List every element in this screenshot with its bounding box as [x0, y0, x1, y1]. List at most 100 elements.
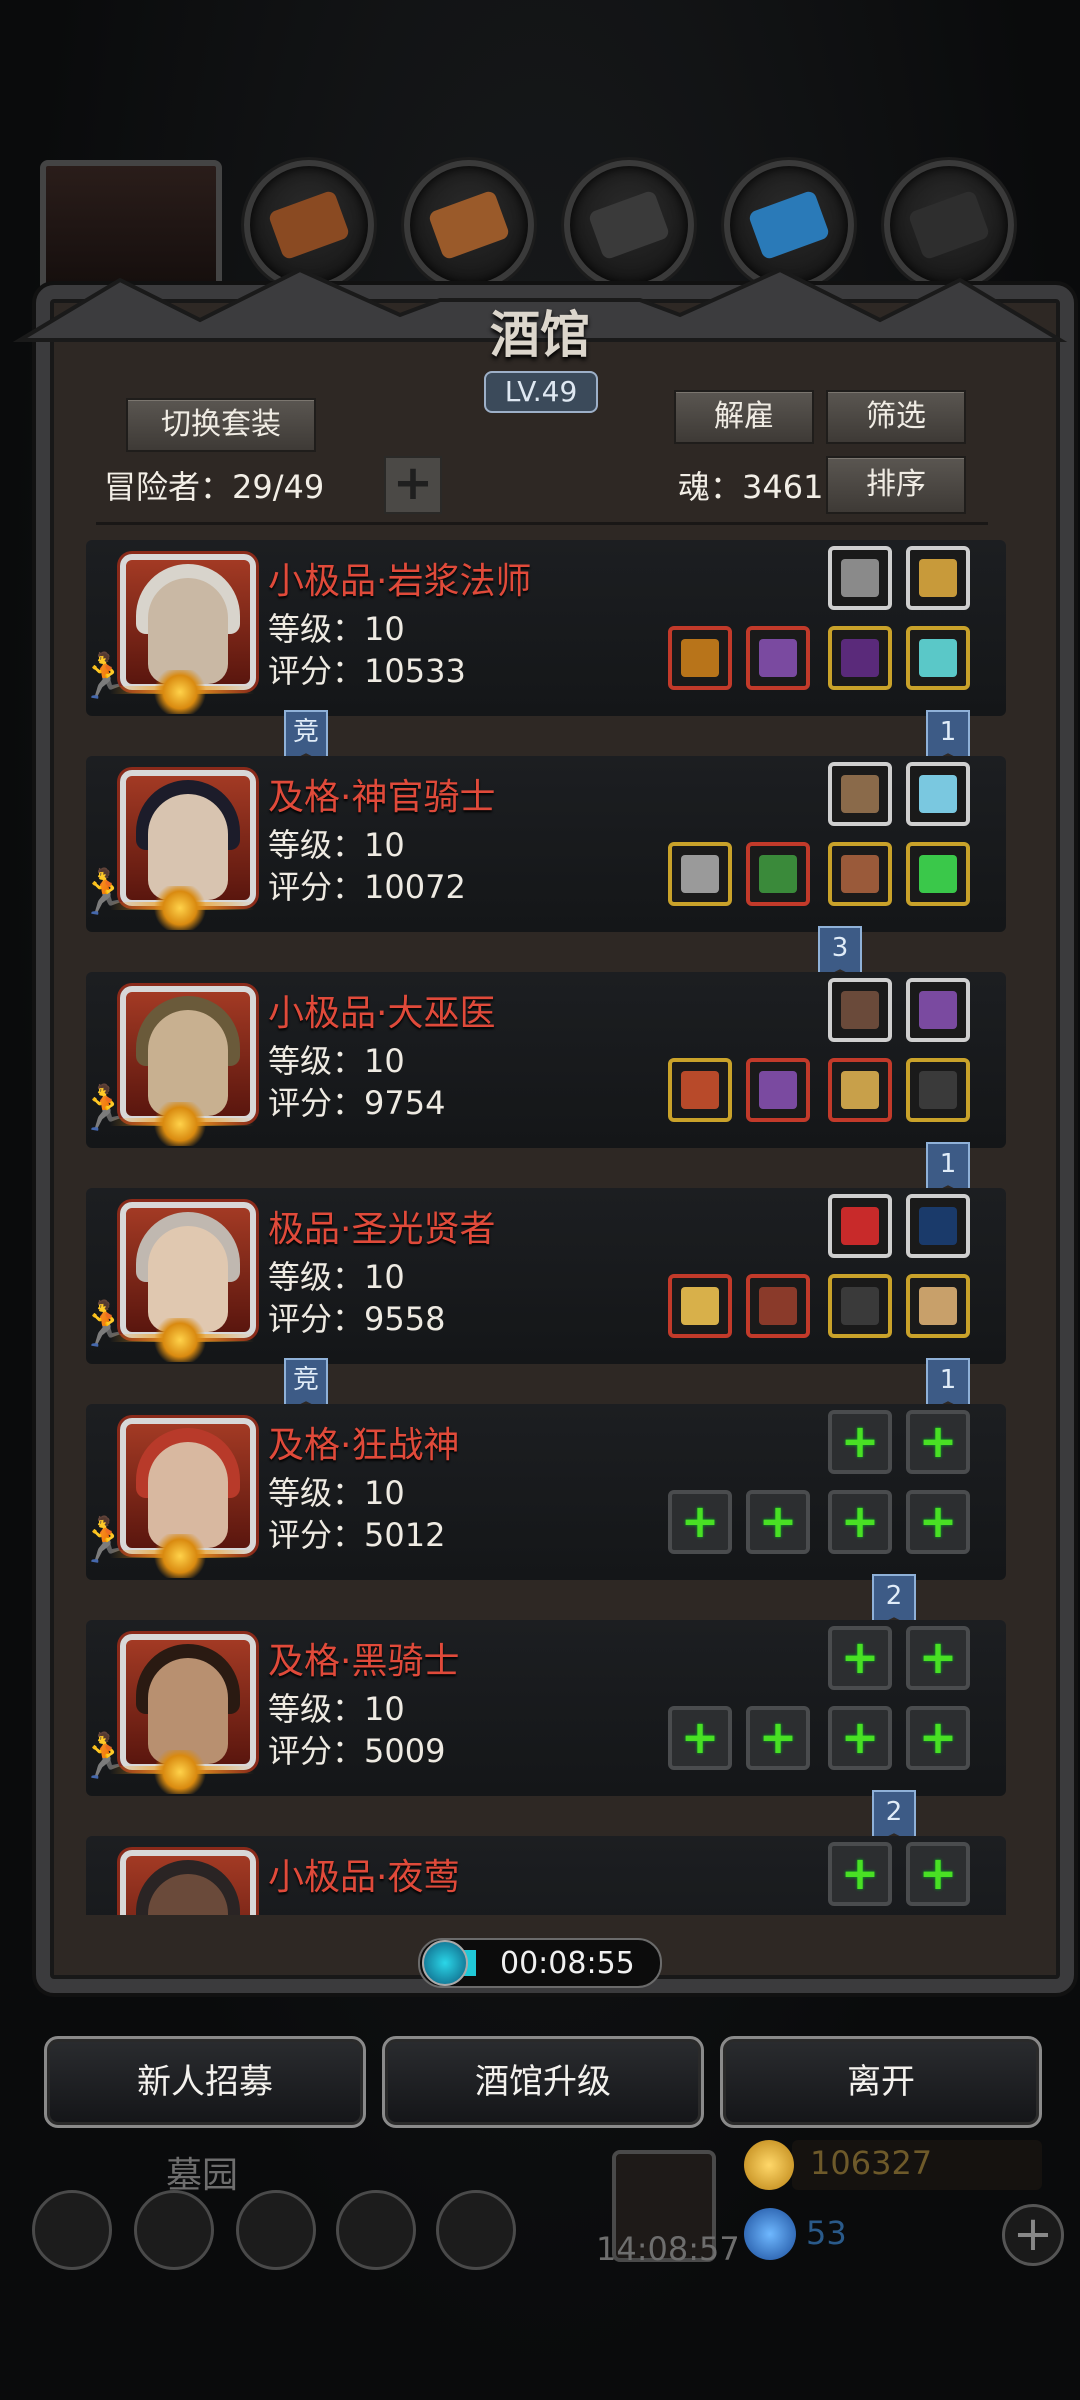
empty-equip-slot[interactable]: + [906, 1706, 970, 1770]
runner-icon: 🏃 [78, 651, 133, 702]
medallion-icon [919, 1287, 957, 1325]
potion-icon [841, 1287, 879, 1325]
runner-icon: 🏃 [78, 1731, 133, 1782]
equip-slot[interactable] [828, 1194, 892, 1258]
page-title: 酒馆 [490, 305, 590, 364]
equip-slot[interactable] [746, 1058, 810, 1122]
equip-slot[interactable] [746, 626, 810, 690]
equip-slot[interactable] [906, 1274, 970, 1338]
sun-emblem-icon [150, 1534, 210, 1578]
hero-score: 评分：10533 [268, 652, 466, 690]
equip-slot[interactable] [668, 1274, 732, 1338]
hero-name: 极品·圣光贤者 [268, 1209, 496, 1250]
empty-equip-slot[interactable]: + [906, 1410, 970, 1474]
mail-icon[interactable] [336, 2190, 416, 2270]
hero-score: 评分：5009 [268, 1732, 446, 1770]
empty-equip-slot[interactable]: + [828, 1490, 892, 1554]
equip-slot[interactable] [828, 626, 892, 690]
hero-avatar[interactable] [120, 1850, 256, 1915]
tavern-level-badge: LV.49 [484, 371, 598, 413]
hero-list[interactable]: 🏃 小极品·岩浆法师 等级：10 评分：10533 竞 1 🏃 及格·神官骑士 … [60, 530, 1020, 1915]
equip-slot[interactable] [668, 626, 732, 690]
empty-equip-slot[interactable]: + [828, 1842, 892, 1906]
title-plate: 酒馆 [440, 295, 640, 375]
equip-slot[interactable] [668, 842, 732, 906]
leave-button[interactable]: 离开 [720, 2036, 1042, 2128]
hero-card[interactable]: 🏃 极品·圣光贤者 等级：10 评分：9558 [78, 1188, 1006, 1364]
empty-equip-slot[interactable]: + [668, 1490, 732, 1554]
lantern-icon [919, 559, 957, 597]
equip-slot[interactable] [828, 762, 892, 826]
achievement-icon[interactable] [134, 2190, 214, 2270]
hero-card[interactable]: 小极品·夜莺 + + [86, 1836, 1006, 1915]
hero-name: 小极品·岩浆法师 [268, 561, 532, 602]
empty-equip-slot[interactable]: + [668, 1706, 732, 1770]
equip-slot[interactable] [828, 1058, 892, 1122]
shield-icon [841, 1071, 879, 1109]
equip-slot[interactable] [906, 842, 970, 906]
armor-icon [759, 855, 797, 893]
add-icon: + [918, 1494, 958, 1548]
hero-card[interactable]: 🏃 小极品·大巫医 等级：10 评分：9754 [78, 972, 1006, 1148]
armor-icon [759, 1287, 797, 1325]
adventurer-count: 冒险者：29/49 [104, 468, 325, 506]
armor-icon [759, 1071, 797, 1109]
empty-equip-slot[interactable]: + [746, 1706, 810, 1770]
gem-amount: 53 [806, 2214, 847, 2252]
expand-capacity-button[interactable]: + [384, 456, 442, 514]
ring-icon [919, 639, 957, 677]
empty-equip-slot[interactable]: + [828, 1410, 892, 1474]
empty-equip-slot[interactable]: + [906, 1490, 970, 1554]
equip-slot[interactable] [906, 762, 970, 826]
switch-outfit-button[interactable]: 切换套装 [126, 398, 316, 452]
map-icon[interactable] [236, 2190, 316, 2270]
soul-count: 魂：3461 [678, 468, 824, 506]
equip-slot[interactable] [828, 546, 892, 610]
hero-card[interactable]: 🏃 及格·神官骑士 等级：10 评分：10072 [78, 756, 1006, 932]
shop-icon[interactable] [436, 2190, 516, 2270]
empty-equip-slot[interactable]: + [828, 1626, 892, 1690]
runner-icon: 🏃 [78, 1515, 133, 1566]
equip-slot[interactable] [828, 842, 892, 906]
upgrade-tavern-button[interactable]: 酒馆升级 [382, 2036, 704, 2128]
empty-equip-slot[interactable]: + [906, 1842, 970, 1906]
dismiss-button[interactable]: 解雇 [674, 390, 814, 444]
refresh-timer: 00:08:55 [418, 1938, 662, 1988]
filter-button[interactable]: 筛选 [826, 390, 966, 444]
hero-card[interactable]: 🏃 小极品·岩浆法师 等级：10 评分：10533 [78, 540, 1006, 716]
bow-icon [919, 1207, 957, 1245]
hammer-icon [681, 1287, 719, 1325]
gold-coin-icon [744, 2140, 794, 2190]
sort-button[interactable]: 排序 [826, 456, 966, 514]
equip-slot[interactable] [906, 1058, 970, 1122]
add-currency-button[interactable]: + [1002, 2204, 1064, 2266]
empty-equip-slot[interactable]: + [828, 1706, 892, 1770]
equip-slot[interactable] [746, 1274, 810, 1338]
recruit-button[interactable]: 新人招募 [44, 2036, 366, 2128]
equip-slot[interactable] [906, 626, 970, 690]
hero-level: 等级：10 [268, 826, 405, 864]
hero-card[interactable]: 🏃 及格·黑骑士 等级：10 评分：5009 + + + + + + [78, 1620, 1006, 1796]
empty-equip-slot[interactable]: + [746, 1490, 810, 1554]
hero-name: 小极品·夜莺 [268, 1857, 460, 1898]
equip-slot[interactable] [668, 1058, 732, 1122]
equip-slot[interactable] [906, 1194, 970, 1258]
equip-slot[interactable] [828, 978, 892, 1042]
add-icon: + [758, 1710, 798, 1764]
gem-icon [919, 855, 957, 893]
hero-name: 及格·狂战神 [268, 1425, 460, 1466]
add-icon: + [840, 1630, 880, 1684]
hero-card[interactable]: 🏃 及格·狂战神 等级：10 评分：5012 + + + + + + [78, 1404, 1006, 1580]
sun-emblem-icon [150, 1318, 210, 1362]
runner-icon: 🏃 [78, 1083, 133, 1134]
empty-equip-slot[interactable]: + [906, 1626, 970, 1690]
settings-icon[interactable] [32, 2190, 112, 2270]
equip-slot[interactable] [746, 842, 810, 906]
hero-score: 评分：9558 [268, 1300, 446, 1338]
potion-icon [919, 1071, 957, 1109]
add-icon: + [918, 1710, 958, 1764]
equip-slot[interactable] [828, 1274, 892, 1338]
add-icon: + [680, 1494, 720, 1548]
equip-slot[interactable] [906, 978, 970, 1042]
equip-slot[interactable] [906, 546, 970, 610]
